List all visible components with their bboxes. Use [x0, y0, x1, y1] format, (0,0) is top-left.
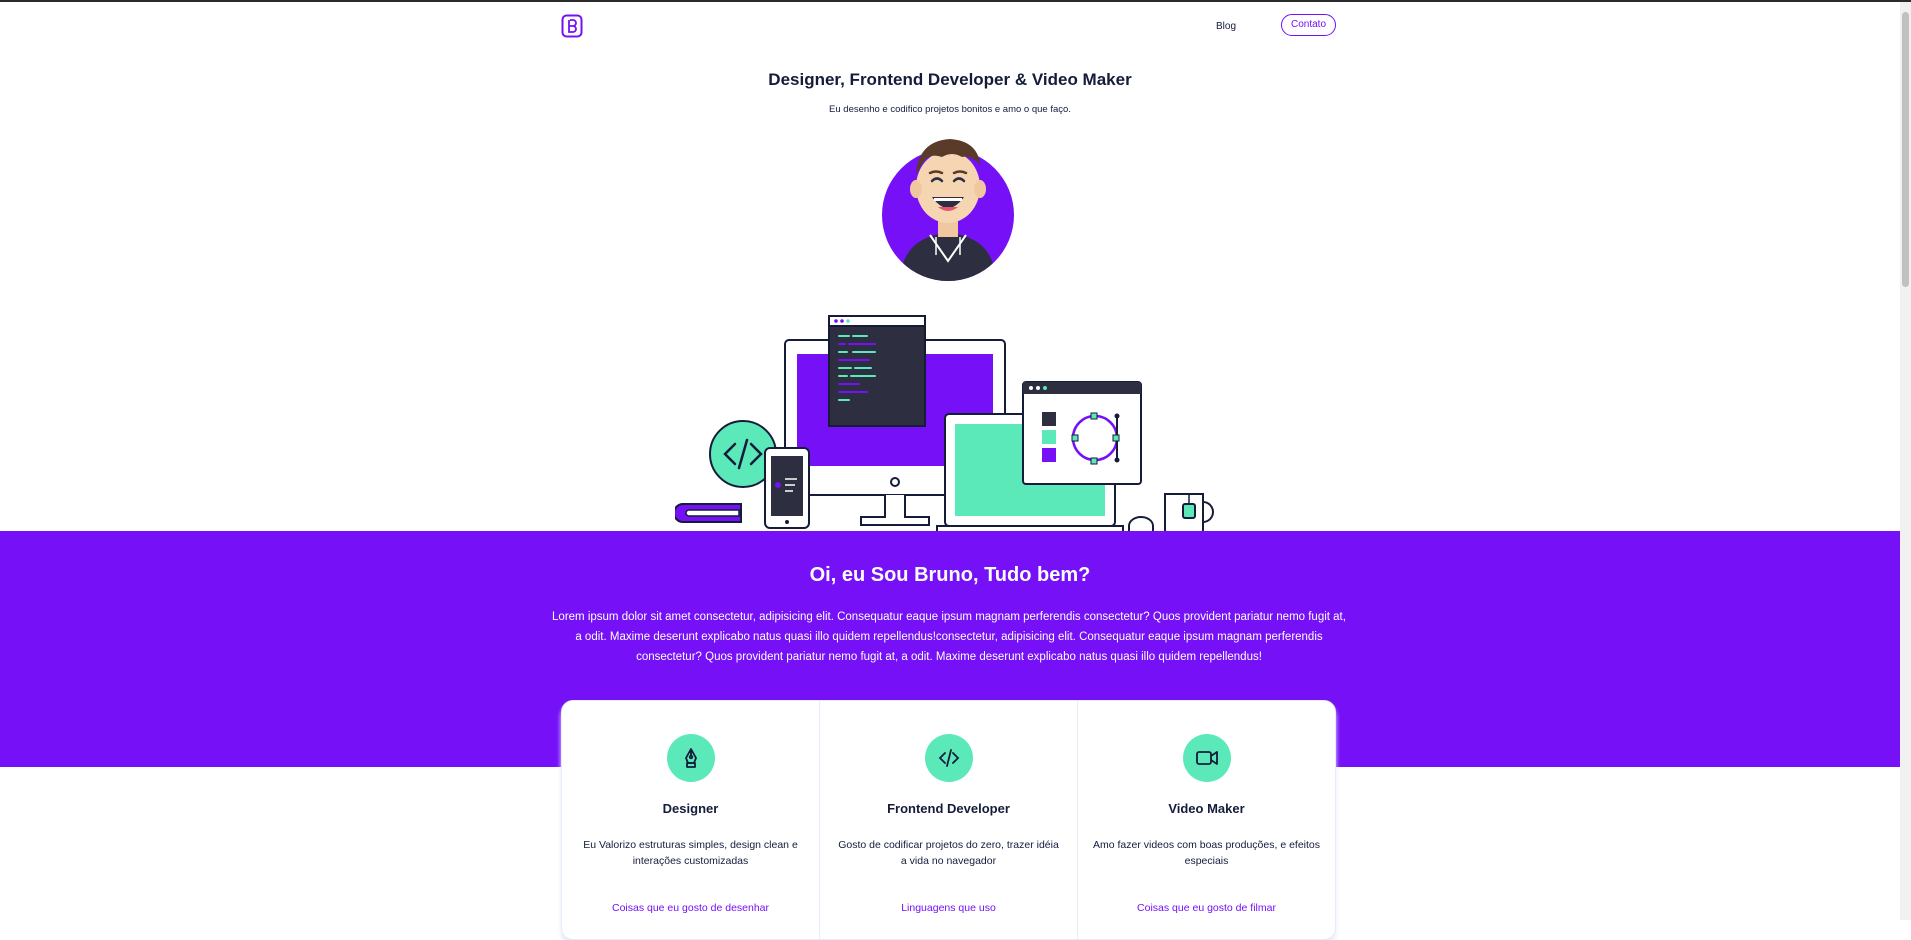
skill-title: Video Maker [1168, 801, 1245, 816]
workspace-illustration [673, 308, 1225, 538]
browser-top-edge [0, 0, 1911, 2]
about-text: Lorem ipsum dolor sit amet consectetur, … [552, 611, 1346, 663]
page-scrollbar[interactable] [1900, 2, 1911, 920]
pen-nib-icon [666, 734, 715, 782]
skill-card-designer: Designer Eu Valorizo estruturas simples,… [562, 701, 820, 939]
hero-subtitle: Eu desenho e codifico projetos bonitos e… [829, 104, 1071, 115]
logo-icon[interactable] [561, 14, 583, 43]
navbar: Blog Contato [561, 14, 1336, 40]
hero-title: Designer, Frontend Developer & Video Mak… [768, 70, 1132, 89]
code-icon [924, 734, 973, 782]
about-title: Oi, eu Sou Bruno, Tudo bem? [809, 564, 1091, 586]
skill-description: Eu Valorizo estruturas simples, design c… [583, 839, 798, 867]
skill-description: Gosto de codificar projetos do zero, tra… [838, 839, 1059, 867]
skill-link-video[interactable]: Coisas que eu gosto de filmar [1078, 902, 1335, 914]
skills-cards: Designer Eu Valorizo estruturas simples,… [561, 700, 1336, 940]
avatar [880, 135, 1016, 288]
scrollbar-thumb[interactable] [1902, 12, 1909, 287]
contact-button[interactable]: Contato [1281, 14, 1336, 36]
skill-link-frontend[interactable]: Linguagens que uso [820, 902, 1077, 914]
skill-description: Amo fazer videos com boas produções, e e… [1092, 839, 1321, 867]
skill-title: Designer [662, 801, 719, 816]
skill-title: Frontend Developer [887, 801, 1010, 816]
nav-link-blog[interactable]: Blog [1216, 21, 1236, 32]
skill-card-frontend: Frontend Developer Gosto de codificar pr… [820, 701, 1078, 939]
skill-card-video: Video Maker Amo fazer videos com boas pr… [1078, 701, 1335, 939]
video-camera-icon [1182, 734, 1231, 782]
skill-link-designer[interactable]: Coisas que eu gosto de desenhar [562, 902, 819, 914]
